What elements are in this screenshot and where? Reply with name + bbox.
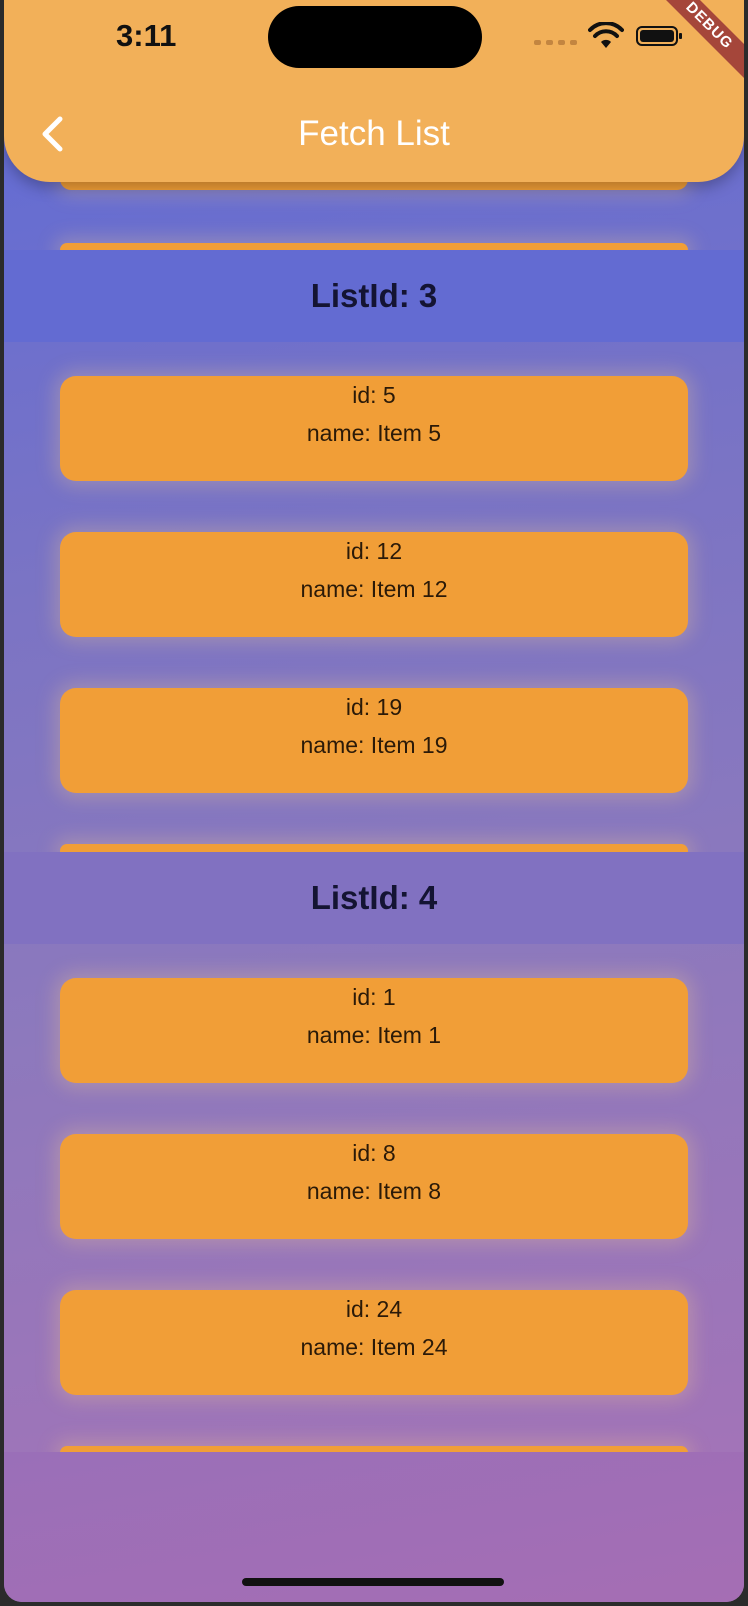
item-id: id: 5 bbox=[352, 382, 396, 408]
list-item[interactable]: id: 19 name: Item 19 bbox=[60, 688, 688, 793]
item-id: id: 12 bbox=[345, 538, 403, 564]
section-header: ListId: 4 bbox=[4, 852, 744, 944]
dynamic-island bbox=[268, 6, 482, 68]
item-name: name: Item 8 bbox=[306, 1178, 442, 1204]
item-name: name: Item 1 bbox=[306, 1022, 442, 1048]
item-id: id: 1 bbox=[352, 984, 396, 1010]
home-indicator[interactable] bbox=[242, 1578, 504, 1586]
item-id: id: 19 bbox=[345, 694, 403, 720]
list-item[interactable]: id: 8 name: Item 8 bbox=[60, 1134, 688, 1239]
item-name: name: Item 12 bbox=[300, 576, 448, 602]
status-time: 3:11 bbox=[116, 18, 177, 53]
list-item[interactable]: id: 12 name: Item 12 bbox=[60, 532, 688, 637]
page-title: Fetch List bbox=[298, 114, 450, 153]
battery-icon bbox=[636, 26, 682, 46]
section-header: ListId: 3 bbox=[4, 250, 744, 342]
item-id: id: 8 bbox=[352, 1140, 396, 1166]
item-name: name: Item 5 bbox=[306, 420, 442, 446]
item-name: name: Item 24 bbox=[300, 1334, 448, 1360]
app-screen: 3:11 DEBUG Fetch List ListId: 3 id: 5 na… bbox=[4, 0, 744, 1602]
wifi-icon bbox=[588, 22, 624, 48]
item-name: name: Item 19 bbox=[300, 732, 448, 758]
list-item[interactable]: id: 1 name: Item 1 bbox=[60, 978, 688, 1083]
list-item[interactable]: id: 5 name: Item 5 bbox=[60, 376, 688, 481]
app-bar: 3:11 DEBUG Fetch List bbox=[4, 0, 744, 182]
item-id: id: 24 bbox=[345, 1296, 403, 1322]
list-item[interactable]: id: 24 name: Item 24 bbox=[60, 1290, 688, 1395]
cellular-signal-icon bbox=[534, 40, 577, 45]
